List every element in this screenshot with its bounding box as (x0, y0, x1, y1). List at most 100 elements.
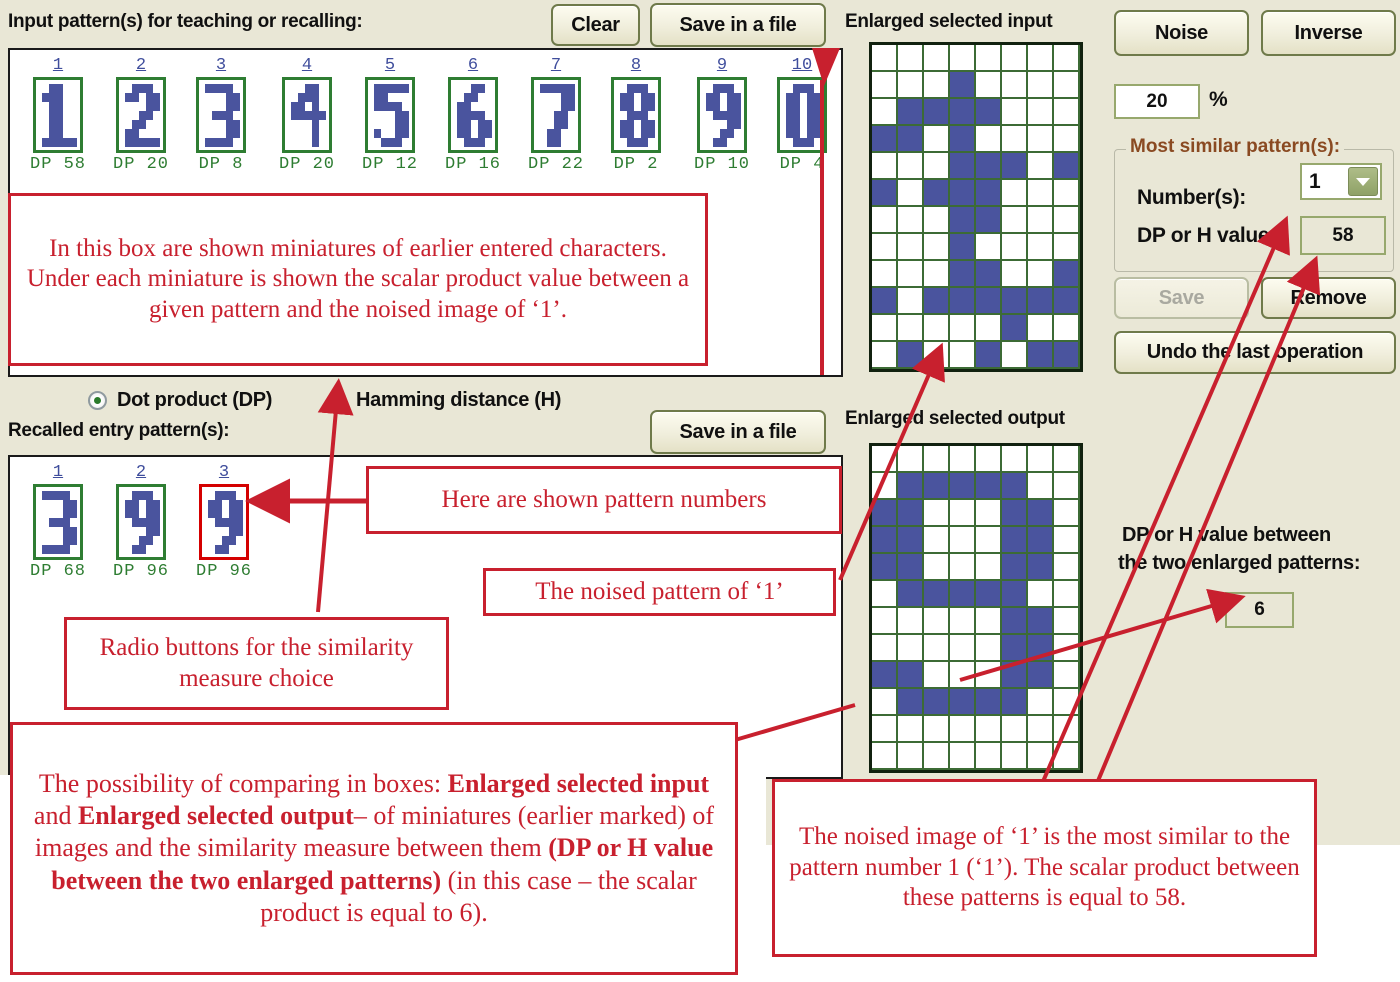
grid-cell[interactable] (950, 45, 976, 72)
grid-cell[interactable] (1054, 261, 1080, 288)
grid-cell[interactable] (1002, 662, 1028, 689)
grid-cell[interactable] (924, 45, 950, 72)
grid-cell[interactable] (872, 473, 898, 500)
grid-cell[interactable] (872, 662, 898, 689)
grid-cell[interactable] (1028, 342, 1054, 369)
chevron-down-icon[interactable] (1348, 167, 1378, 196)
clear-button[interactable]: Clear (551, 4, 640, 46)
grid-cell[interactable] (976, 72, 1002, 99)
grid-cell[interactable] (898, 716, 924, 743)
grid-cell[interactable] (1028, 315, 1054, 342)
grid-cell[interactable] (872, 500, 898, 527)
grid-cell[interactable] (976, 500, 1002, 527)
grid-cell[interactable] (898, 662, 924, 689)
enlarged-selected-input-grid[interactable] (869, 42, 1083, 372)
grid-cell[interactable] (1054, 45, 1080, 72)
grid-cell[interactable] (898, 180, 924, 207)
grid-cell[interactable] (976, 45, 1002, 72)
grid-cell[interactable] (872, 635, 898, 662)
grid-cell[interactable] (898, 342, 924, 369)
grid-cell[interactable] (1002, 261, 1028, 288)
pattern-bitmap[interactable] (199, 484, 249, 560)
grid-cell[interactable] (1002, 689, 1028, 716)
recalled-save-in-a-file-button[interactable]: Save in a file (650, 410, 826, 454)
grid-cell[interactable] (1002, 288, 1028, 315)
grid-cell[interactable] (872, 315, 898, 342)
grid-cell[interactable] (1002, 342, 1028, 369)
grid-cell[interactable] (898, 315, 924, 342)
grid-cell[interactable] (1054, 72, 1080, 99)
grid-cell[interactable] (898, 527, 924, 554)
pattern-thumbnail[interactable]: 1 DP 58 (30, 57, 86, 175)
grid-cell[interactable] (976, 473, 1002, 500)
pattern-thumbnail[interactable]: 4 DP 20 (279, 57, 335, 175)
pattern-thumbnail[interactable]: 1 DP 68 (30, 464, 86, 582)
grid-cell[interactable] (898, 608, 924, 635)
grid-cell[interactable] (924, 662, 950, 689)
grid-cell[interactable] (872, 180, 898, 207)
grid-cell[interactable] (1028, 500, 1054, 527)
grid-cell[interactable] (976, 689, 1002, 716)
grid-cell[interactable] (950, 288, 976, 315)
pattern-thumbnail[interactable]: 6 DP 16 (445, 57, 501, 175)
grid-cell[interactable] (950, 554, 976, 581)
grid-cell[interactable] (1054, 689, 1080, 716)
grid-cell[interactable] (898, 126, 924, 153)
grid-cell[interactable] (950, 689, 976, 716)
grid-cell[interactable] (872, 342, 898, 369)
grid-cell[interactable] (976, 716, 1002, 743)
grid-cell[interactable] (898, 689, 924, 716)
grid-cell[interactable] (1028, 581, 1054, 608)
grid-cell[interactable] (1002, 554, 1028, 581)
pattern-bitmap[interactable] (116, 484, 166, 560)
grid-cell[interactable] (898, 581, 924, 608)
remove-button[interactable]: Remove (1261, 277, 1396, 319)
grid-cell[interactable] (1028, 635, 1054, 662)
grid-cell[interactable] (976, 743, 1002, 770)
grid-cell[interactable] (1028, 288, 1054, 315)
grid-cell[interactable] (924, 635, 950, 662)
grid-cell[interactable] (1002, 446, 1028, 473)
pattern-thumbnail[interactable]: 3 DP 96 (196, 464, 252, 582)
grid-cell[interactable] (872, 45, 898, 72)
grid-cell[interactable] (1002, 635, 1028, 662)
grid-cell[interactable] (1054, 716, 1080, 743)
grid-cell[interactable] (924, 261, 950, 288)
pattern-thumbnail[interactable]: 7 DP 22 (528, 57, 584, 175)
grid-cell[interactable] (1054, 608, 1080, 635)
grid-cell[interactable] (924, 180, 950, 207)
grid-cell[interactable] (1054, 473, 1080, 500)
grid-cell[interactable] (976, 315, 1002, 342)
grid-cell[interactable] (1054, 288, 1080, 315)
grid-cell[interactable] (1054, 315, 1080, 342)
grid-cell[interactable] (1054, 635, 1080, 662)
grid-cell[interactable] (950, 662, 976, 689)
grid-cell[interactable] (1002, 500, 1028, 527)
grid-cell[interactable] (898, 234, 924, 261)
pattern-bitmap[interactable] (531, 77, 581, 153)
grid-cell[interactable] (898, 288, 924, 315)
grid-cell[interactable] (872, 261, 898, 288)
grid-cell[interactable] (1028, 99, 1054, 126)
grid-cell[interactable] (924, 207, 950, 234)
dot-product-label[interactable]: Dot product (DP) (117, 389, 272, 412)
grid-cell[interactable] (872, 608, 898, 635)
grid-cell[interactable] (1002, 608, 1028, 635)
grid-cell[interactable] (976, 207, 1002, 234)
grid-cell[interactable] (872, 554, 898, 581)
grid-cell[interactable] (1002, 716, 1028, 743)
grid-cell[interactable] (1054, 581, 1080, 608)
grid-cell[interactable] (950, 72, 976, 99)
grid-cell[interactable] (950, 473, 976, 500)
grid-cell[interactable] (872, 126, 898, 153)
grid-cell[interactable] (950, 527, 976, 554)
grid-cell[interactable] (1002, 581, 1028, 608)
grid-cell[interactable] (924, 608, 950, 635)
grid-cell[interactable] (1054, 554, 1080, 581)
grid-cell[interactable] (872, 153, 898, 180)
grid-cell[interactable] (950, 342, 976, 369)
grid-cell[interactable] (924, 315, 950, 342)
grid-cell[interactable] (1054, 207, 1080, 234)
grid-cell[interactable] (872, 527, 898, 554)
grid-cell[interactable] (924, 99, 950, 126)
